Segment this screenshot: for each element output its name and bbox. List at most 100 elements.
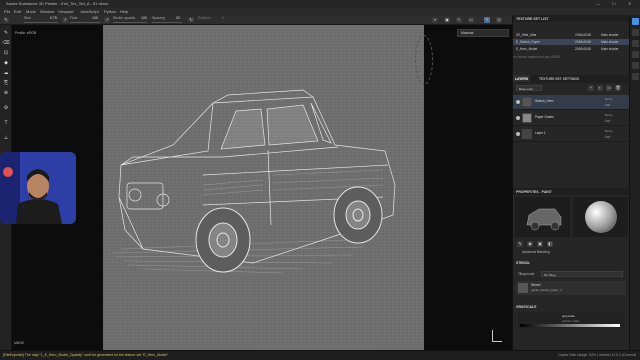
menu-help[interactable]: Help [120, 9, 128, 14]
add-fill-icon[interactable]: ◐ [597, 85, 603, 91]
layer-opacity[interactable]: 100 [605, 135, 610, 139]
layer-blend[interactable]: Norm [605, 129, 612, 133]
stencil-section-label: STENCIL [516, 261, 531, 265]
viewport-mode-dropdown[interactable]: Material [457, 29, 509, 37]
display-settings-icon[interactable] [632, 29, 639, 36]
advanced-blending-label[interactable]: Advanced Blending [522, 250, 549, 254]
render-icon[interactable]: ◎ [496, 17, 502, 23]
layer-item[interactable]: Layer 1 Norm 100 [513, 127, 630, 142]
menu-javascript[interactable]: JavaScript [80, 9, 99, 14]
menu-mode[interactable]: Mode [26, 9, 36, 14]
polygon-fill-icon[interactable]: ◆ [2, 60, 10, 67]
right-icon-strip [629, 15, 640, 350]
uniform-color-label: uniform color [562, 319, 580, 323]
maximize-button[interactable]: ☐ [612, 1, 616, 6]
flow-value[interactable]: 100 [92, 16, 98, 20]
settings-icon[interactable] [632, 73, 639, 80]
menu-viewport[interactable]: Viewport [58, 9, 74, 14]
stroke-opacity-slider[interactable] [113, 22, 147, 23]
brush-tab-icon[interactable]: ✎ [517, 241, 523, 247]
menu-edit[interactable]: Edit [14, 9, 21, 14]
pointer-icon[interactable]: ↖ [456, 17, 462, 23]
layer-item[interactable]: Sketch_Hero Norm 100 [513, 95, 630, 110]
grayscale-section-label: GRAYSCALE [516, 305, 537, 309]
stencil-tab-icon[interactable]: ▣ [537, 241, 543, 247]
layer-thumbnail [522, 113, 532, 123]
sketch-paper-canvas[interactable] [103, 25, 424, 350]
title-bar: Adobe Substance 3D Painter - Emi_Tex_Set… [0, 0, 640, 8]
flow-slider[interactable] [70, 22, 100, 23]
tiling-mode-label: Tiling mode [518, 272, 535, 276]
menu-file[interactable]: File [4, 9, 10, 14]
properties-header: PROPERTIES - PAINT [513, 188, 630, 195]
shelf-icon[interactable] [632, 18, 639, 25]
pause-icon[interactable]: ⏸ [432, 17, 438, 23]
measure-icon[interactable]: ⟂ [2, 135, 10, 142]
menu-window[interactable]: Window [40, 9, 54, 14]
layer-opacity[interactable]: 100 [605, 119, 610, 123]
texture-set-note: no texture material on geo #2048 [513, 55, 560, 59]
add-folder-icon[interactable]: ▭ [606, 85, 612, 91]
tab-texture-set-settings[interactable]: TEXTURE SET SETTINGS [537, 75, 581, 82]
visibility-icon[interactable] [516, 116, 520, 120]
eraser-icon[interactable]: ⌫ [2, 40, 10, 47]
texture-set-name: E_Sketch_Paper [516, 40, 540, 44]
stroke-opacity-value[interactable]: 100 [141, 16, 147, 20]
display-icon[interactable]: ▭ [468, 17, 474, 23]
status-info: Cache Disk Usage: 92% | Version 11.0.2 (… [558, 353, 636, 357]
texture-set-row[interactable]: E_Sketch_Paper 2048x2048 Main shader [513, 39, 630, 45]
texture-set-icon[interactable] [632, 40, 639, 47]
stencil-thumbnail [518, 283, 528, 293]
clone-icon[interactable]: ⎘ [2, 80, 10, 87]
brush-preset-icon[interactable]: ✎ [3, 17, 9, 23]
delete-layer-icon[interactable]: 🗑 [615, 85, 621, 91]
material-sphere [585, 201, 617, 233]
webcam-overlay [0, 152, 76, 224]
camera-icon[interactable]: ▣ [444, 17, 450, 23]
picker-icon[interactable]: ⊕ [2, 90, 10, 97]
texture-set-row[interactable]: E_Hero_Model 2048x2048 Main shader [513, 46, 630, 52]
rotation-icon[interactable]: ↻ [188, 17, 194, 23]
size-slider[interactable] [24, 22, 58, 23]
paint-brush-icon[interactable]: ✎ [2, 30, 10, 37]
grayscale-slider[interactable] [520, 324, 620, 327]
tiling-mode-dropdown[interactable]: No Tiling [541, 271, 623, 277]
text-tool-icon[interactable]: T [2, 120, 10, 127]
layer-opacity[interactable]: 100 [605, 103, 610, 107]
layer-thumbnail [522, 129, 532, 139]
brush-cursor-outline [415, 35, 433, 85]
paint-mode-icon[interactable]: ✎ [484, 17, 490, 23]
material-tab-icon[interactable]: ◧ [547, 241, 553, 247]
layer-name: Sketch_Hero [535, 99, 554, 103]
alpha-tab-icon[interactable]: ◉ [527, 241, 533, 247]
minimize-button[interactable]: — [596, 1, 600, 6]
size-value[interactable]: 0.75 [50, 16, 57, 20]
projection-icon[interactable]: ⊡ [2, 50, 10, 57]
material-preview [573, 197, 628, 237]
spacing-value[interactable]: 20 [176, 16, 180, 20]
menu-python[interactable]: Python [104, 9, 116, 14]
pressure-flow-icon[interactable]: ↗ [104, 17, 110, 23]
log-icon[interactable] [632, 62, 639, 69]
visibility-icon[interactable] [516, 132, 520, 136]
layer-blend[interactable]: Norm [605, 113, 612, 117]
grayscale-value: grayscale [562, 314, 575, 318]
bake-icon[interactable]: ⚙ [2, 105, 10, 112]
rotation-value[interactable]: 0 [222, 16, 224, 20]
smudge-icon[interactable]: ☁ [2, 70, 10, 77]
spacing-slider[interactable] [152, 22, 182, 23]
layer-blend[interactable]: Norm [605, 97, 612, 101]
texture-set-row[interactable]: SE_Wall_Altar 2048x2048 Main shader [513, 32, 630, 38]
visibility-icon[interactable] [516, 100, 520, 104]
layer-item[interactable]: Paper Grains Norm 100 [513, 111, 630, 126]
tab-layers[interactable]: LAYERS [513, 75, 531, 82]
history-icon[interactable] [632, 51, 639, 58]
add-layer-icon[interactable]: + [588, 85, 594, 91]
rotation-label: Rotation [198, 16, 212, 20]
stencil-resource[interactable]: Stencil rgb32_sketch_paper_4 [516, 281, 626, 295]
channel-dropdown[interactable]: Base color [516, 85, 542, 91]
pressure-size-icon[interactable]: ↗ [62, 17, 68, 23]
grayscale-field[interactable]: grayscale uniform color [518, 313, 624, 329]
close-button[interactable]: ✕ [628, 1, 631, 6]
right-panel: TEXTURE SET LIST SE_Wall_Altar 2048x2048… [512, 15, 630, 350]
